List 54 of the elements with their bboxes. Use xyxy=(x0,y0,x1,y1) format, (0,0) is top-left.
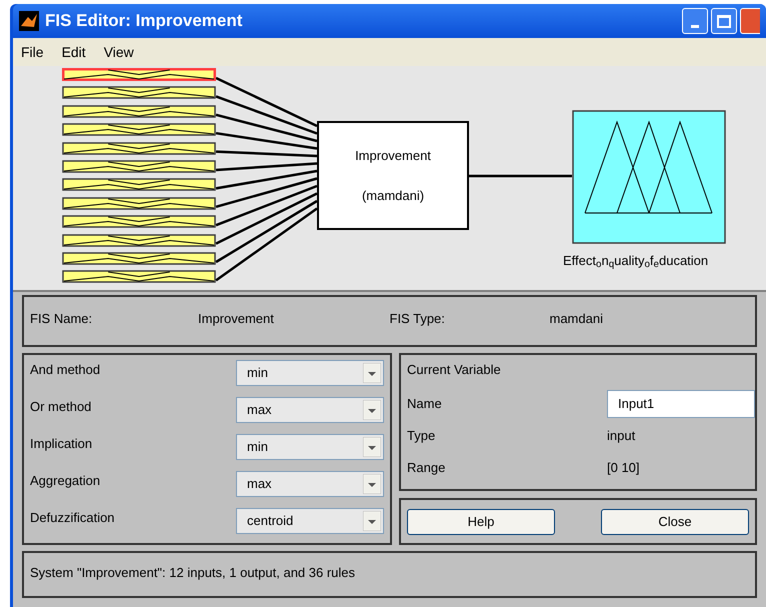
method-dropdown[interactable]: centroid xyxy=(236,508,384,534)
variable-value: input xyxy=(607,426,636,445)
menu-item[interactable]: View xyxy=(104,42,134,62)
method-label: And method xyxy=(30,361,102,379)
method-label: Aggregation xyxy=(30,472,102,490)
method-label: Defuzzification xyxy=(30,509,116,527)
input-variable-box[interactable] xyxy=(62,270,216,284)
window-title: FIS Editor: Improvement xyxy=(45,10,242,32)
fis-info-label: FIS Name: xyxy=(30,310,94,328)
fis-info-value: mamdani xyxy=(550,310,603,328)
output-variable-label: Effect$_{o}$n$_{q}$uality$_{o}$f$_{e}$ducation xyxy=(563,252,708,270)
dropdown-arrow-icon xyxy=(363,400,381,420)
variable-value: [0 10] xyxy=(607,458,640,477)
method-dropdown[interactable]: max xyxy=(236,397,384,423)
close-button[interactable] xyxy=(740,8,760,34)
method-dropdown[interactable]: min xyxy=(236,434,384,460)
dropdown-arrow-icon xyxy=(363,511,381,531)
dialog-button[interactable]: Help xyxy=(407,508,555,534)
dropdown-arrow-icon xyxy=(363,474,381,494)
dialog-button[interactable]: Close xyxy=(601,508,749,534)
variable-label: Type xyxy=(407,426,436,445)
fis-info-label: FIS Type: xyxy=(390,310,446,328)
minimize-button[interactable] xyxy=(682,8,708,34)
input-variable-box[interactable] xyxy=(62,142,216,155)
variable-label: Range xyxy=(407,458,446,477)
input-variable-box[interactable] xyxy=(62,86,216,100)
dropdown-arrow-icon xyxy=(363,363,381,383)
input-variable-box[interactable] xyxy=(62,252,216,265)
method-label: Or method xyxy=(30,398,92,416)
panel-title: Current Variable xyxy=(407,361,502,379)
input-variable-box[interactable] xyxy=(62,178,216,192)
menu-item[interactable]: File xyxy=(21,42,44,62)
input-variable-box[interactable] xyxy=(62,160,216,173)
input-variable-box[interactable] xyxy=(62,104,216,118)
maximize-button[interactable] xyxy=(711,8,737,34)
method-dropdown[interactable]: max xyxy=(236,471,384,497)
variable-label: Name xyxy=(407,394,443,412)
app-logo-icon xyxy=(19,11,39,31)
method-label: Implication xyxy=(30,435,94,453)
input-variable-box[interactable] xyxy=(62,68,216,81)
input-variable-box[interactable] xyxy=(62,234,216,247)
name-field[interactable]: Input1 xyxy=(607,390,755,418)
menu-item[interactable]: Edit xyxy=(62,42,86,62)
status-text: System "Improvement": 12 inputs, 1 output, and 36 rules xyxy=(30,565,356,580)
fis-info-value: Improvement xyxy=(198,310,274,328)
dropdown-arrow-icon xyxy=(363,437,381,457)
input-variable-box[interactable] xyxy=(62,215,216,228)
method-dropdown[interactable]: min xyxy=(236,360,384,386)
output-variable-box[interactable] xyxy=(572,110,726,244)
system-box[interactable]: Improvement (mamdani) xyxy=(317,121,469,230)
system-name: Improvement xyxy=(355,147,431,165)
input-variable-box[interactable] xyxy=(62,123,216,136)
system-type: (mamdani) xyxy=(362,186,424,205)
input-variable-box[interactable] xyxy=(62,196,216,210)
